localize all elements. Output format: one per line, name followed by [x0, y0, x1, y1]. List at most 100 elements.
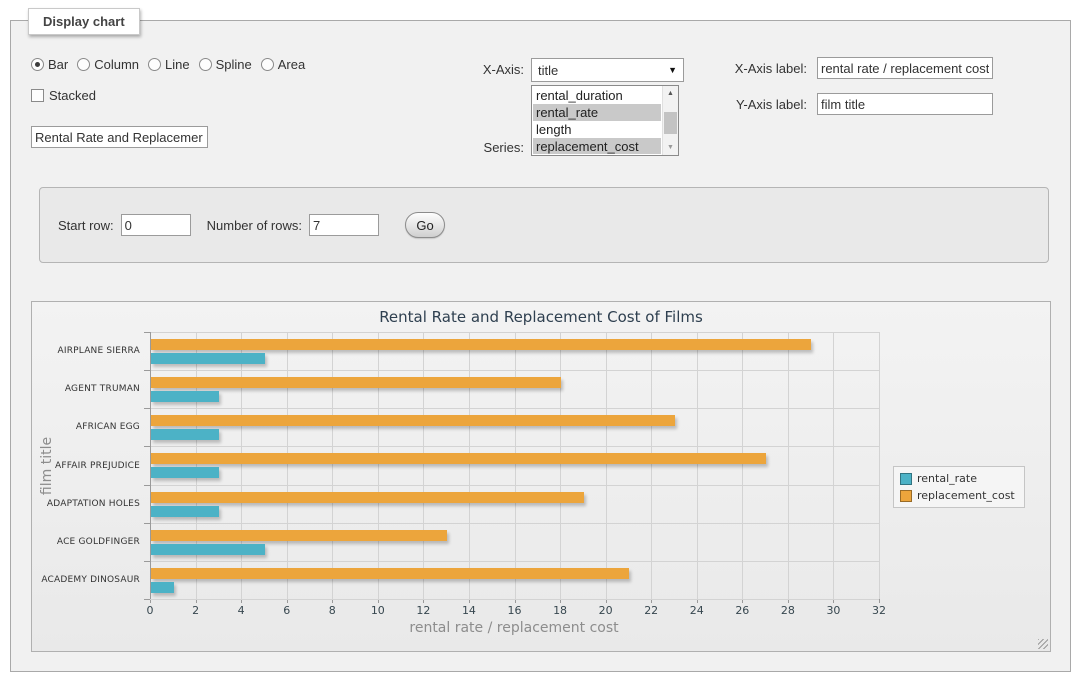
- gridline-x-26: [742, 332, 743, 599]
- start-row-label: Start row:: [58, 218, 114, 233]
- legend-label-rental_rate: rental_rate: [917, 472, 977, 485]
- x-tick-32: [879, 599, 880, 603]
- bar-rental_rate-affair-prejudice[interactable]: [151, 467, 219, 478]
- x-axis-title: rental rate / replacement cost: [409, 620, 618, 636]
- radio-option-column[interactable]: Column: [77, 57, 139, 72]
- gridline-x-18: [560, 332, 561, 599]
- x-tick-label-12: 12: [416, 604, 430, 617]
- number-of-rows-input[interactable]: [309, 214, 379, 236]
- series-option-length[interactable]: length: [533, 121, 661, 138]
- bar-replacement_cost-affair-prejudice[interactable]: [151, 453, 766, 464]
- plot-area: 02468101214161820222426283032AIRPLANE SI…: [150, 332, 879, 599]
- radio-label-bar: Bar: [48, 57, 68, 72]
- category-label: ACE GOLDFINGER: [34, 537, 140, 547]
- radio-icon-line[interactable]: [148, 58, 161, 71]
- scroll-up-icon[interactable]: ▲: [663, 86, 678, 101]
- x-tick-label-20: 20: [599, 604, 613, 617]
- x-tick-label-2: 2: [192, 604, 199, 617]
- gridline-x-10: [378, 332, 379, 599]
- x-tick-label-14: 14: [462, 604, 476, 617]
- bar-rental_rate-adaptation-holes[interactable]: [151, 506, 219, 517]
- category-label: AIRPLANE SIERRA: [34, 346, 140, 356]
- legend-item-rental_rate[interactable]: rental_rate: [900, 472, 1015, 485]
- stacked-checkbox[interactable]: [31, 89, 44, 102]
- chart-title-input[interactable]: [31, 126, 208, 148]
- scroll-down-icon[interactable]: ▼: [663, 140, 678, 155]
- bar-replacement_cost-ace-goldfinger[interactable]: [151, 530, 447, 541]
- bar-rental_rate-ace-goldfinger[interactable]: [151, 544, 265, 555]
- category-label: ADAPTATION HOLES: [34, 499, 140, 509]
- gridline-x-2: [196, 332, 197, 599]
- resize-handle-icon[interactable]: [1038, 639, 1048, 649]
- category-label: AFRICAN EGG: [34, 422, 140, 432]
- series-listbox-label: Series:: [449, 140, 524, 155]
- x-tick-label-8: 8: [329, 604, 336, 617]
- radio-option-spline[interactable]: Spline: [199, 57, 252, 72]
- start-row-input[interactable]: [121, 214, 191, 236]
- category-label: AFFAIR PREJUDICE: [34, 461, 140, 471]
- legend-swatch-rental_rate: [900, 473, 912, 485]
- stacked-row: Stacked: [31, 88, 96, 103]
- chart-type-radio-group: Bar Column Line Spline Area: [31, 57, 314, 72]
- gridline-x-16: [515, 332, 516, 599]
- gridline-y-5: [150, 523, 879, 524]
- legend-item-replacement_cost[interactable]: replacement_cost: [900, 489, 1015, 502]
- x-tick-label-28: 28: [781, 604, 795, 617]
- legend-swatch-replacement_cost: [900, 490, 912, 502]
- radio-icon-bar[interactable]: [31, 58, 44, 71]
- x-tick-label-30: 30: [826, 604, 840, 617]
- y-axis-label-field-label: Y-Axis label:: [707, 97, 807, 112]
- series-option-rental_duration[interactable]: rental_duration: [533, 87, 661, 104]
- series-option-replacement_cost[interactable]: replacement_cost: [533, 138, 661, 154]
- go-button[interactable]: Go: [405, 212, 445, 238]
- bar-replacement_cost-agent-truman[interactable]: [151, 377, 561, 388]
- x-axis-label-input[interactable]: [817, 57, 993, 79]
- gridline-x-8: [332, 332, 333, 599]
- bar-replacement_cost-academy-dinosaur[interactable]: [151, 568, 629, 579]
- radio-label-area: Area: [278, 57, 305, 72]
- chart-legend: rental_rate replacement_cost: [893, 466, 1025, 508]
- bar-rental_rate-agent-truman[interactable]: [151, 391, 219, 402]
- chart-title: Rental Rate and Replacement Cost of Film…: [32, 308, 1050, 326]
- radio-icon-column[interactable]: [77, 58, 90, 71]
- gridline-y-1: [150, 370, 879, 371]
- gridline-x-4: [241, 332, 242, 599]
- series-listbox[interactable]: rental_durationrental_ratelengthreplacem…: [531, 85, 679, 156]
- series-listbox-scrollbar[interactable]: ▲ ▼: [662, 86, 678, 155]
- bar-rental_rate-airplane-sierra[interactable]: [151, 353, 265, 364]
- x-tick-label-22: 22: [644, 604, 658, 617]
- y-axis-label-input[interactable]: [817, 93, 993, 115]
- x-axis-label-field-label: X-Axis label:: [707, 61, 807, 76]
- gridline-x-12: [423, 332, 424, 599]
- bar-rental_rate-academy-dinosaur[interactable]: [151, 582, 174, 593]
- bar-replacement_cost-african-egg[interactable]: [151, 415, 675, 426]
- scrollbar-thumb[interactable]: [664, 112, 677, 134]
- x-tick-label-32: 32: [872, 604, 886, 617]
- x-axis-select[interactable]: title ▼: [531, 58, 684, 82]
- gridline-y-4: [150, 485, 879, 486]
- radio-option-bar[interactable]: Bar: [31, 57, 68, 72]
- gridline-y-6: [150, 561, 879, 562]
- radio-option-area[interactable]: Area: [261, 57, 305, 72]
- x-tick-label-16: 16: [508, 604, 522, 617]
- radio-icon-spline[interactable]: [199, 58, 212, 71]
- bar-replacement_cost-adaptation-holes[interactable]: [151, 492, 584, 503]
- x-tick-label-24: 24: [690, 604, 704, 617]
- display-chart-panel: Display chart BarColumnLineSplineArea St…: [10, 20, 1071, 672]
- gridline-x-22: [651, 332, 652, 599]
- bar-rental_rate-african-egg[interactable]: [151, 429, 219, 440]
- series-option-rental_rate[interactable]: rental_rate: [533, 104, 661, 121]
- radio-option-line[interactable]: Line: [148, 57, 190, 72]
- legend-label-replacement_cost: replacement_cost: [917, 489, 1015, 502]
- gridline-y-7: [150, 599, 879, 600]
- stacked-label: Stacked: [49, 88, 96, 103]
- gridline-x-20: [606, 332, 607, 599]
- radio-icon-area[interactable]: [261, 58, 274, 71]
- gridline-x-6: [287, 332, 288, 599]
- x-axis-select-label: X-Axis:: [449, 62, 524, 77]
- x-tick-label-0: 0: [147, 604, 154, 617]
- bar-replacement_cost-airplane-sierra[interactable]: [151, 339, 811, 350]
- y-axis-line: [150, 332, 151, 599]
- x-tick-label-10: 10: [371, 604, 385, 617]
- gridline-x-32: [879, 332, 880, 599]
